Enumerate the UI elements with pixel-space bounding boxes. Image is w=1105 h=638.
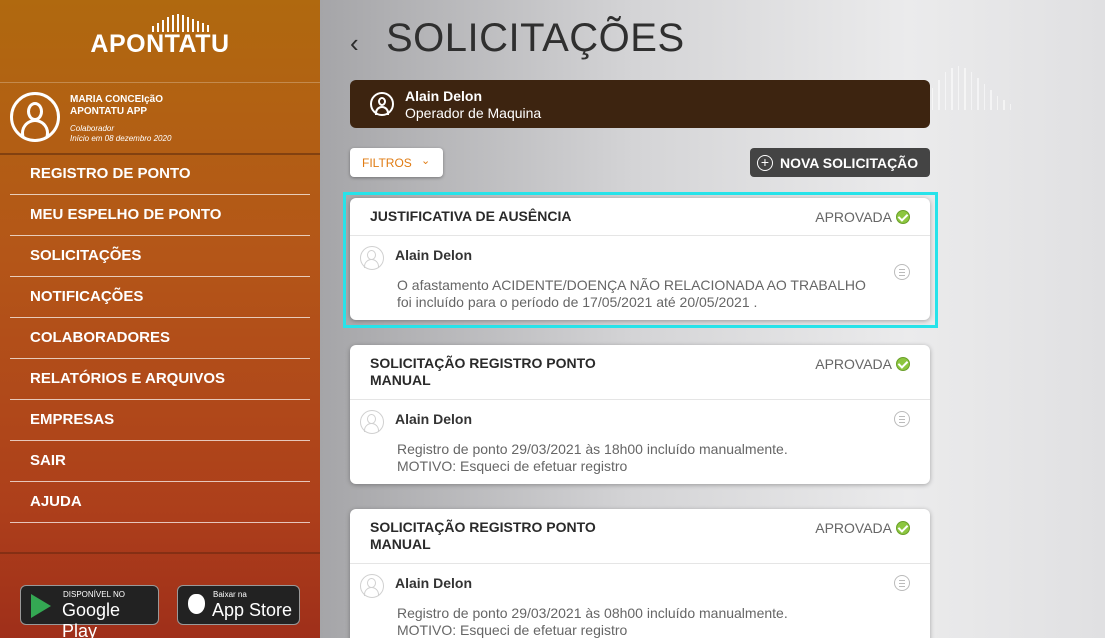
request-description: Registro de ponto 29/03/2021 às 18h00 in… xyxy=(397,441,788,474)
request-card[interactable]: JUSTIFICATIVA DE AUSÊNCIA APROVADA Alain… xyxy=(350,198,930,320)
avatar-icon xyxy=(10,92,60,142)
banner-user-name: Alain Delon xyxy=(405,88,483,104)
sidebar-menu: REGISTRO DE PONTO MEU ESPELHO DE PONTO S… xyxy=(10,154,310,523)
new-request-button[interactable]: + NOVA SOLICITAÇÃO xyxy=(750,148,930,177)
request-title: SOLICITAÇÃO REGISTRO PONTO MANUAL xyxy=(370,519,596,552)
app-store-small-text: Baixar na xyxy=(213,590,247,599)
divider xyxy=(0,552,320,554)
sidebar: APONTATU MARIA CONCEIçãO APONTATU APP Co… xyxy=(0,0,320,638)
user-role: Colaborador Início em 08 dezembro 2020 xyxy=(70,124,172,143)
user-icon xyxy=(360,574,384,598)
request-title: JUSTIFICATIVA DE AUSÊNCIA xyxy=(370,208,572,224)
banner-user-role: Operador de Maquina xyxy=(405,105,542,121)
google-play-small-text: DISPONÍVEL NO xyxy=(63,590,125,599)
check-icon xyxy=(896,357,910,371)
request-description: Registro de ponto 29/03/2021 às 08h00 in… xyxy=(397,605,788,638)
apontatu-logo[interactable]: APONTATU xyxy=(0,14,320,59)
request-description: O afastamento ACIDENTE/DOENÇA NÃO RELACI… xyxy=(397,277,866,310)
user-icon xyxy=(360,410,384,434)
comments-icon[interactable] xyxy=(894,575,910,591)
status-badge: APROVADA xyxy=(815,208,910,225)
sidebar-item-relatorios-e-arquivos[interactable]: RELATÓRIOS E ARQUIVOS xyxy=(10,359,310,400)
logo-text: APONTATU xyxy=(90,30,230,58)
comments-icon[interactable] xyxy=(894,411,910,427)
status-badge: APROVADA xyxy=(815,519,910,536)
app-store-big-text: App Store xyxy=(212,600,293,620)
chevron-down-icon: ⌄ xyxy=(421,155,431,167)
request-user: Alain Delon xyxy=(395,411,473,427)
add-circle-icon: + xyxy=(757,155,773,171)
sidebar-item-colaboradores[interactable]: COLABORADORES xyxy=(10,318,310,359)
back-chevron-icon[interactable]: ‹ xyxy=(350,28,359,59)
sidebar-item-registro-de-ponto[interactable]: REGISTRO DE PONTO xyxy=(10,154,310,195)
page-title: SOLICITAÇÕES xyxy=(386,16,685,60)
google-play-big-text: Google Play xyxy=(62,600,121,638)
sidebar-item-sair[interactable]: SAIR xyxy=(10,441,310,482)
divider xyxy=(350,399,930,400)
comments-icon[interactable] xyxy=(894,264,910,280)
check-icon xyxy=(896,210,910,224)
request-user: Alain Delon xyxy=(395,575,473,591)
user-profile: MARIA CONCEIçãO APONTATU APP Colaborador… xyxy=(10,92,310,148)
request-card[interactable]: SOLICITAÇÃO REGISTRO PONTO MANUAL APROVA… xyxy=(350,509,930,638)
request-user: Alain Delon xyxy=(395,247,473,263)
divider xyxy=(350,235,930,236)
sidebar-item-solicitacoes[interactable]: SOLICITAÇÕES xyxy=(10,236,310,277)
selected-user-banner: Alain Delon Operador de Maquina xyxy=(350,80,930,128)
status-badge: APROVADA xyxy=(815,355,910,372)
user-icon xyxy=(360,246,384,270)
sidebar-item-ajuda[interactable]: AJUDA xyxy=(10,482,310,523)
sidebar-item-empresas[interactable]: EMPRESAS xyxy=(10,400,310,441)
divider xyxy=(350,563,930,564)
filters-button[interactable]: FILTROS ⌄ xyxy=(350,148,443,177)
check-icon xyxy=(896,521,910,535)
google-play-icon xyxy=(31,594,51,618)
user-name: MARIA CONCEIçãO APONTATU APP xyxy=(70,94,163,117)
user-icon xyxy=(370,92,394,116)
app-store-badge[interactable]: Baixar na App Store xyxy=(177,585,300,625)
sidebar-item-notificacoes[interactable]: NOTIFICAÇÕES xyxy=(10,277,310,318)
divider xyxy=(0,82,320,83)
request-card[interactable]: SOLICITAÇÃO REGISTRO PONTO MANUAL APROVA… xyxy=(350,345,930,484)
decorative-bars xyxy=(925,66,1011,110)
sidebar-item-meu-espelho-de-ponto[interactable]: MEU ESPELHO DE PONTO xyxy=(10,195,310,236)
new-request-label: NOVA SOLICITAÇÃO xyxy=(780,155,919,171)
filters-label: FILTROS xyxy=(362,156,412,170)
apple-icon xyxy=(188,594,205,614)
request-title: SOLICITAÇÃO REGISTRO PONTO MANUAL xyxy=(370,355,596,388)
google-play-badge[interactable]: DISPONÍVEL NO Google Play xyxy=(20,585,159,638)
